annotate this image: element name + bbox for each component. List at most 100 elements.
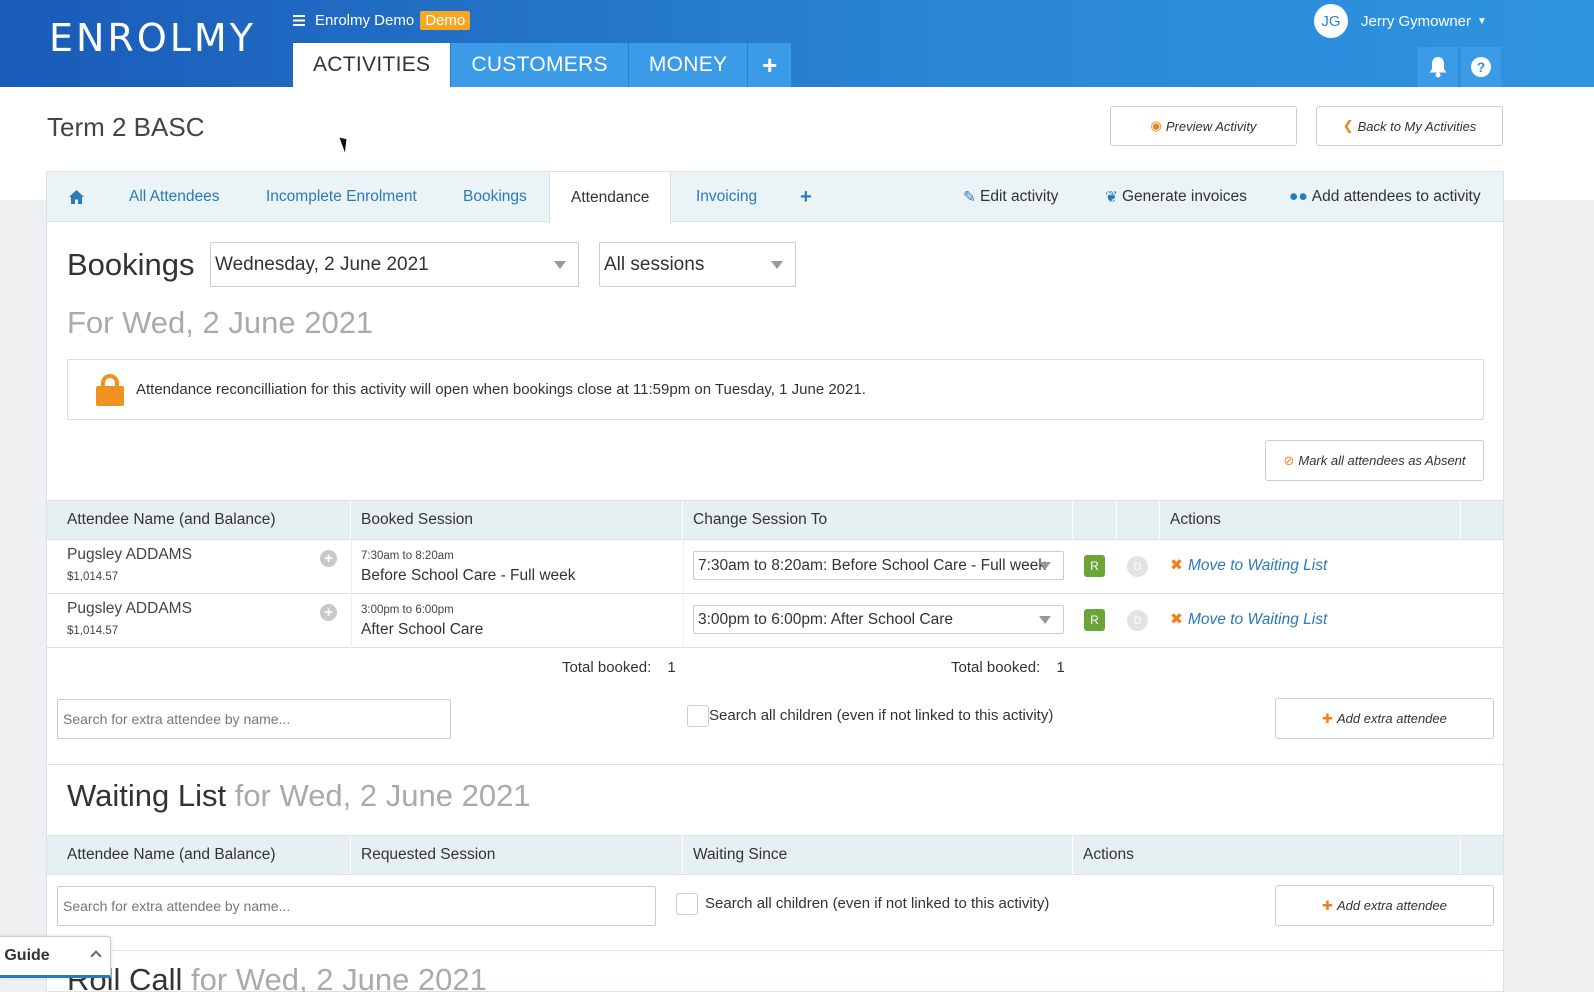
table-row: Pugsley ADDAMS $1,014.57 + 7:30am to 8:2…	[47, 540, 1503, 594]
change-session-value: 7:30am to 8:20am: Before School Care - F…	[698, 556, 1047, 574]
registered-badge[interactable]: R	[1084, 609, 1105, 631]
tab-bookings[interactable]: Bookings	[463, 172, 527, 222]
plus-circle-icon[interactable]: +	[320, 604, 337, 621]
chevron-down-icon	[771, 260, 783, 269]
tab-all-attendees[interactable]: All Attendees	[129, 172, 219, 222]
generate-invoices-label: Generate invoices	[1122, 188, 1247, 205]
tab-activities[interactable]: ACTIVITIES	[293, 43, 452, 87]
avatar: JG	[1314, 4, 1348, 38]
back-to-activities-button[interactable]: ❮ Back to My Activities	[1316, 106, 1503, 146]
chevron-up-icon[interactable]	[90, 950, 102, 962]
tab-attendance[interactable]: Attendance	[549, 172, 672, 223]
roll-for-date: for Wed, 2 June 2021	[191, 962, 487, 992]
close-icon: ✖	[1170, 611, 1183, 628]
add-extra-attendee-button[interactable]: ✚ Add extra attendee	[1275, 698, 1494, 739]
guide-label: y Guide	[0, 947, 50, 964]
col-requested-session: Requested Session	[351, 836, 683, 874]
add-tab-button[interactable]: +	[748, 43, 793, 87]
add-attendees-link[interactable]: ●● Add attendees to activity	[1289, 172, 1481, 222]
add-extra-label: Add extra attendee	[1337, 711, 1447, 726]
tab-customers[interactable]: CUSTOMERS	[451, 43, 629, 87]
section-divider	[47, 950, 1503, 951]
main-tabs: ACTIVITIES CUSTOMERS MONEY +	[293, 43, 793, 87]
session-select[interactable]: All sessions	[599, 242, 796, 287]
col-actions: Actions	[1160, 501, 1461, 539]
demo-badge: Demo	[420, 11, 471, 30]
col-booked-session: Booked Session	[351, 501, 683, 539]
tab-incomplete-enrolment[interactable]: Incomplete Enrolment	[266, 172, 417, 222]
waiting-list-heading: Waiting List for Wed, 2 June 2021	[67, 778, 531, 814]
ban-icon: ⊘	[1283, 452, 1295, 468]
col-attendee-name: Attendee Name (and Balance)	[47, 836, 351, 874]
bookings-heading: Bookings	[67, 247, 195, 282]
home-tab[interactable]	[69, 172, 84, 222]
chevron-left-icon: ❮	[1342, 118, 1354, 133]
change-session-select[interactable]: 3:00pm to 6:00pm: After School Care	[693, 605, 1064, 634]
bell-icon	[1429, 57, 1447, 78]
col-d	[1117, 501, 1160, 539]
waiting-for-date: for Wed, 2 June 2021	[234, 778, 531, 813]
help-button[interactable]: ?	[1461, 47, 1501, 87]
plus-icon: ✚	[1322, 897, 1334, 913]
preview-activity-button[interactable]: ◉ Preview Activity	[1110, 106, 1297, 146]
change-session-value: 3:00pm to 6:00pm: After School Care	[698, 610, 954, 628]
declined-badge[interactable]: D	[1127, 610, 1148, 631]
org-switcher[interactable]: Enrolmy Demo Demo	[293, 11, 471, 30]
enrolmy-logo[interactable]: ENROLMY	[49, 16, 256, 60]
total-booked-value: 1	[1056, 659, 1065, 676]
session-name: Before School Care - Full week	[361, 567, 576, 584]
registered-badge[interactable]: R	[1084, 555, 1105, 577]
session-time: 3:00pm to 6:00pm	[361, 604, 454, 616]
waiting-add-extra-attendee-button[interactable]: ✚ Add extra attendee	[1275, 885, 1494, 926]
back-label: Back to My Activities	[1357, 118, 1477, 134]
roll-call-heading: Roll Call for Wed, 2 June 2021	[67, 962, 487, 992]
tab-money[interactable]: MONEY	[628, 43, 749, 87]
add-extra-label: Add extra attendee	[1337, 898, 1447, 913]
table-row: Pugsley ADDAMS $1,014.57 + 3:00pm to 6:0…	[47, 594, 1503, 648]
change-session-select[interactable]: 7:30am to 8:20am: Before School Care - F…	[693, 551, 1064, 580]
session-time: 7:30am to 8:20am	[361, 550, 454, 562]
lock-icon	[96, 373, 124, 406]
search-all-checkbox[interactable]	[687, 705, 709, 727]
generate-invoices-link[interactable]: ❦ Generate invoices	[1105, 172, 1247, 222]
add-tab-plus-icon[interactable]: +	[800, 172, 812, 222]
declined-badge[interactable]: D	[1127, 556, 1148, 577]
attendance-notice: Attendance reconcilliation for this acti…	[67, 359, 1484, 420]
search-all-label[interactable]: Search all children (even if not linked …	[709, 707, 1053, 724]
user-menu[interactable]: JG Jerry Gymowner ▼	[1314, 4, 1487, 38]
mark-all-absent-button[interactable]: ⊘ Mark all attendees as Absent	[1265, 440, 1484, 481]
date-select[interactable]: Wednesday, 2 June 2021	[210, 242, 579, 287]
attendee-name[interactable]: Pugsley ADDAMS	[67, 600, 192, 618]
home-icon	[69, 190, 84, 204]
hamburger-icon[interactable]	[293, 15, 305, 26]
move-to-waiting-list-link[interactable]: ✖ Move to Waiting List	[1170, 556, 1327, 575]
col-attendee-name: Attendee Name (and Balance)	[47, 501, 351, 539]
edit-activity-link[interactable]: ✎ Edit activity	[963, 172, 1058, 222]
org-name: Enrolmy Demo	[315, 12, 415, 29]
top-navbar: ENROLMY Enrolmy Demo Demo ACTIVITIES CUS…	[0, 0, 1594, 87]
attendee-balance: $1,014.57	[67, 571, 119, 583]
attendee-name[interactable]: Pugsley ADDAMS	[67, 546, 192, 564]
move-to-waiting-list-link[interactable]: ✖ Move to Waiting List	[1170, 610, 1327, 629]
logo-text: ENROLMY	[49, 16, 256, 60]
activity-panel: All Attendees Incomplete Enrolment Booki…	[46, 171, 1504, 992]
close-icon: ✖	[1170, 557, 1183, 574]
notifications-button[interactable]	[1418, 47, 1458, 87]
search-placeholder: Search for extra attendee by name...	[63, 711, 291, 727]
plus-circle-icon[interactable]: +	[320, 550, 337, 567]
preview-activity-label: Preview Activity	[1165, 118, 1257, 134]
waiting-search-input[interactable]: Search for extra attendee by name...	[57, 886, 656, 926]
date-select-value: Wednesday, 2 June 2021	[215, 253, 429, 275]
eye-icon: ◉	[1150, 118, 1162, 133]
move-label: Move to Waiting List	[1188, 611, 1328, 628]
waiting-search-all-label[interactable]: Search all children (even if not linked …	[705, 895, 1049, 912]
col-waiting-since: Waiting Since	[683, 836, 1073, 874]
guide-widget[interactable]: y Guide	[0, 936, 111, 978]
waiting-search-all-checkbox[interactable]	[676, 893, 698, 915]
waiting-table-header: Attendee Name (and Balance) Requested Se…	[47, 835, 1503, 875]
move-label: Move to Waiting List	[1188, 557, 1328, 574]
edit-activity-label: Edit activity	[980, 188, 1059, 205]
extra-attendee-search-input[interactable]: Search for extra attendee by name...	[57, 699, 451, 739]
plus-icon: ✚	[1322, 710, 1334, 726]
tab-invoicing[interactable]: Invoicing	[696, 172, 757, 222]
